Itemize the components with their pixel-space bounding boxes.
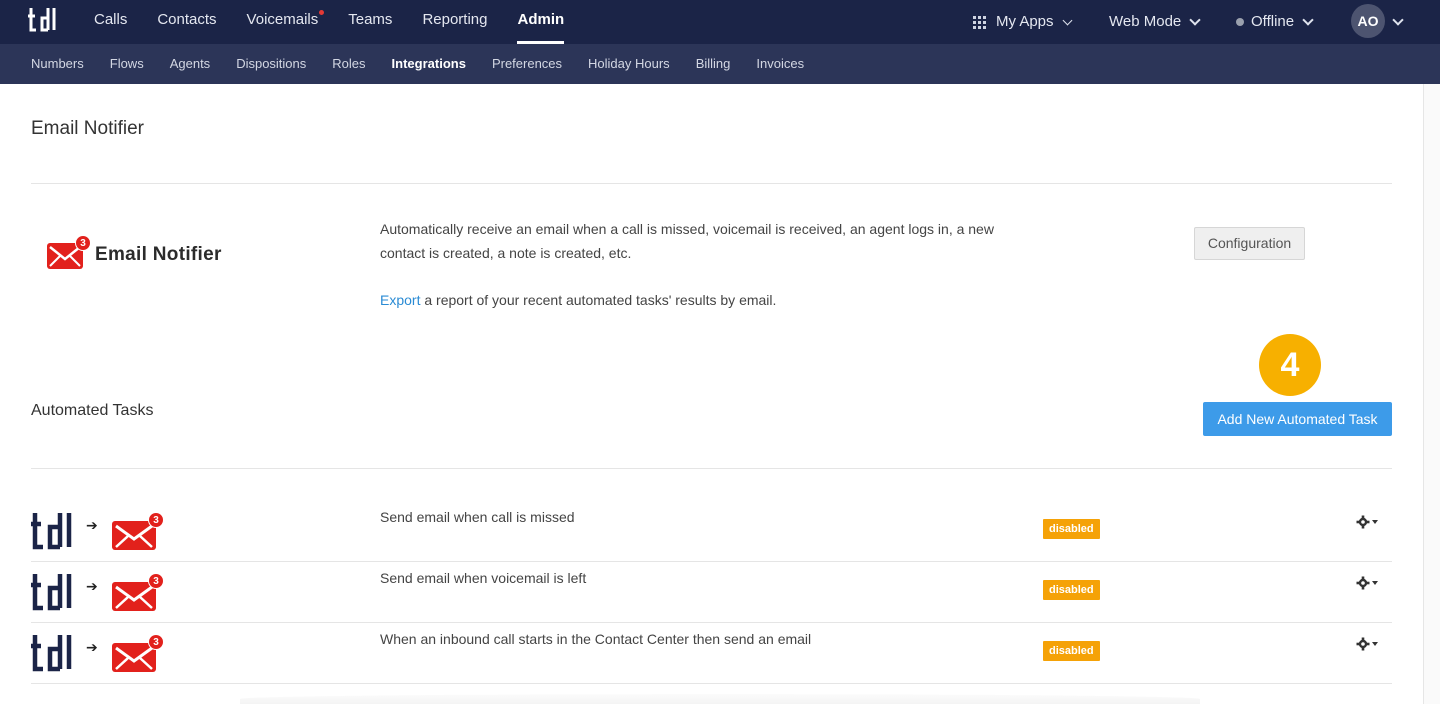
status-badge: disabled (1043, 580, 1100, 600)
configuration-button[interactable]: Configuration (1194, 227, 1305, 260)
mail-count-badge: 3 (75, 235, 91, 251)
web-mode-dropdown[interactable]: Web Mode (1109, 0, 1201, 44)
subnav-agents[interactable]: Agents (170, 44, 210, 84)
subnav-flows[interactable]: Flows (110, 44, 144, 84)
section-title: Automated Tasks (31, 402, 154, 419)
tdl-logo-icon (31, 513, 72, 550)
my-apps-dropdown[interactable]: My Apps (973, 0, 1072, 44)
nav-admin[interactable]: Admin (517, 0, 564, 44)
my-apps-label: My Apps (996, 13, 1054, 30)
mail-count-badge: 3 (148, 512, 164, 528)
subnav-invoices[interactable]: Invoices (756, 44, 804, 84)
top-navigation-bar: Calls Contacts Voicemails Teams Reportin… (0, 0, 1440, 44)
nav-voicemails[interactable]: Voicemails (247, 0, 325, 44)
status-dot-icon (1236, 18, 1244, 26)
notification-dot (319, 10, 325, 15)
nav-calls[interactable]: Calls (94, 0, 127, 44)
web-mode-label: Web Mode (1109, 13, 1182, 30)
chevron-down-icon (1392, 14, 1404, 26)
gear-dropdown-icon[interactable] (1355, 635, 1385, 655)
status-label: Offline (1251, 13, 1295, 30)
task-row: ➔ 3 Send email when call is missed disab… (31, 501, 1392, 562)
admin-subnav-bar: Numbers Flows Agents Dispositions Roles … (0, 44, 1440, 84)
task-label: When an inbound call starts in the Conta… (380, 631, 812, 647)
subnav-billing[interactable]: Billing (696, 44, 731, 84)
task-label: Send email when call is missed (380, 509, 575, 525)
tdl-logo-icon (31, 574, 72, 611)
step-number-badge: 4 (1259, 334, 1321, 396)
subnav-preferences[interactable]: Preferences (492, 44, 562, 84)
subnav-numbers[interactable]: Numbers (31, 44, 84, 84)
subnav-dispositions[interactable]: Dispositions (236, 44, 306, 84)
gear-dropdown-icon[interactable] (1355, 574, 1385, 594)
subnav-holiday-hours[interactable]: Holiday Hours (588, 44, 670, 84)
nav-contacts[interactable]: Contacts (157, 0, 216, 44)
page-scrollbar[interactable] (1423, 84, 1440, 704)
mail-count-badge: 3 (148, 573, 164, 589)
export-text: a report of your recent automated tasks'… (420, 292, 777, 308)
tdl-logo-icon[interactable] (28, 6, 58, 34)
status-badge: disabled (1043, 641, 1100, 661)
subnav-integrations[interactable]: Integrations (392, 44, 466, 84)
page-title: Email Notifier (31, 118, 144, 139)
apps-grid-icon (973, 15, 986, 29)
bottom-shadow (240, 694, 1200, 704)
nav-teams[interactable]: Teams (348, 0, 392, 44)
chevron-down-icon (1189, 14, 1201, 26)
admin-subnav: Numbers Flows Agents Dispositions Roles … (31, 44, 830, 84)
integration-description: Automatically receive an email when a ca… (380, 221, 994, 261)
arrow-right-icon: ➔ (86, 517, 98, 533)
divider (31, 183, 1392, 184)
account-menu-toggle[interactable] (1392, 0, 1404, 44)
gear-dropdown-icon[interactable] (1355, 513, 1385, 533)
chevron-down-icon (1302, 14, 1314, 26)
main-nav: Calls Contacts Voicemails Teams Reportin… (94, 0, 594, 44)
status-badge: disabled (1043, 519, 1100, 539)
chevron-down-icon (1062, 15, 1072, 25)
task-row: ➔ 3 Send email when voicemail is left di… (31, 562, 1392, 623)
task-label: Send email when voicemail is left (380, 570, 587, 586)
divider (31, 468, 1392, 469)
add-automated-task-button[interactable]: Add New Automated Task (1203, 402, 1392, 436)
export-line: Export a report of your recent automated… (380, 289, 776, 311)
nav-reporting[interactable]: Reporting (422, 0, 487, 44)
export-link[interactable]: Export (380, 292, 420, 308)
integration-name: Email Notifier (95, 244, 222, 265)
arrow-right-icon: ➔ (86, 578, 98, 594)
user-avatar[interactable]: AO (1351, 4, 1385, 38)
task-row: ➔ 3 When an inbound call starts in the C… (31, 623, 1392, 684)
status-dropdown[interactable]: Offline (1236, 0, 1314, 44)
arrow-right-icon: ➔ (86, 639, 98, 655)
tdl-logo-icon (31, 635, 72, 672)
mail-count-badge: 3 (148, 634, 164, 650)
subnav-roles[interactable]: Roles (332, 44, 365, 84)
